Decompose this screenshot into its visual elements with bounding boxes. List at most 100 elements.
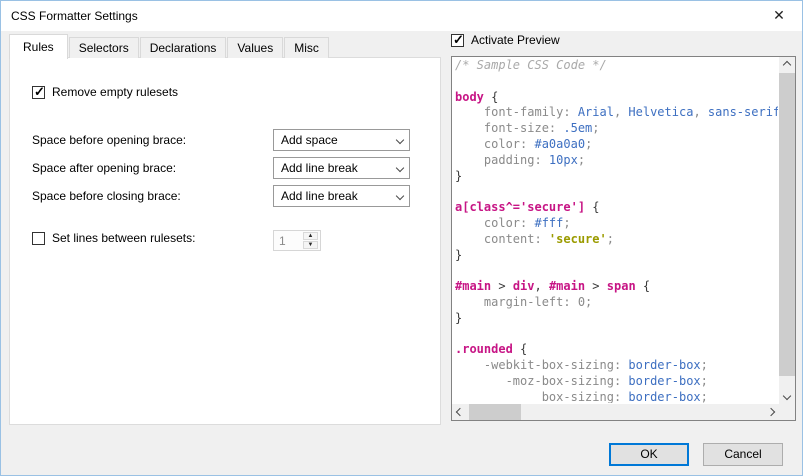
remove-empty-rulesets-checkbox[interactable]: ✓	[32, 86, 45, 99]
checkmark-icon: ✓	[453, 32, 464, 48]
activate-preview-checkbox[interactable]: ✓	[451, 34, 464, 47]
code-token-p: }	[455, 248, 462, 262]
css-formatter-settings-dialog: CSS Formatter Settings ✕ RulesSelectorsD…	[0, 0, 803, 476]
set-lines-between-rulesets-checkbox[interactable]	[32, 232, 45, 245]
stepper-value: 1	[279, 234, 286, 248]
code-token-prop: margin-left: 0;	[455, 295, 592, 309]
code-token-prop: color:	[455, 216, 534, 230]
checkmark-icon: ✓	[34, 84, 45, 100]
code-area: /* Sample CSS Code */ body { font-family…	[455, 58, 778, 403]
code-token-v: border-box	[628, 374, 700, 388]
tab-selectors[interactable]: Selectors	[69, 37, 139, 58]
remove-empty-rulesets-row: ✓ Remove empty rulesets	[32, 85, 178, 99]
code-token-p: }	[455, 169, 462, 183]
scroll-left-icon[interactable]	[452, 404, 468, 420]
tab-strip: RulesSelectorsDeclarationsValuesMisc	[9, 34, 329, 58]
code-token-s: a[class^='secure']	[455, 200, 585, 214]
stepper-down-icon[interactable]: ▼	[303, 241, 318, 249]
code-token-p: >	[491, 279, 513, 293]
dropdown-selected-value: Add line break	[281, 161, 358, 175]
dropdown-selected-value: Add line break	[281, 189, 358, 203]
chevron-down-icon	[397, 165, 403, 171]
window-title: CSS Formatter Settings	[11, 9, 138, 23]
tab-values[interactable]: Values	[227, 37, 283, 58]
code-token-prop: box-sizing:	[455, 390, 628, 403]
code-token-prop: font-family:	[455, 105, 578, 119]
code-token-p: >	[585, 279, 607, 293]
space-option-dropdown[interactable]: Add line break	[273, 157, 410, 179]
remove-empty-rulesets-label: Remove empty rulesets	[52, 85, 178, 99]
scrollbar-corner	[779, 404, 795, 420]
tab-misc[interactable]: Misc	[284, 37, 329, 58]
css-preview-pane: /* Sample CSS Code */ body { font-family…	[451, 56, 796, 421]
vertical-scrollbar[interactable]	[779, 57, 795, 404]
code-token-prop: ;	[563, 216, 570, 230]
code-token-p: {	[585, 200, 599, 214]
code-token-v: Helvetica	[628, 105, 693, 119]
code-token-prop: font-size:	[455, 121, 563, 135]
set-lines-between-rulesets-label: Set lines between rulesets:	[52, 231, 195, 245]
ok-button[interactable]: OK	[609, 443, 689, 466]
lines-between-rulesets-stepper[interactable]: 1 ▲ ▼	[273, 230, 321, 251]
code-token-v: 10px	[549, 153, 578, 167]
scroll-up-icon[interactable]	[779, 57, 795, 73]
stepper-up-icon[interactable]: ▲	[303, 232, 318, 240]
code-token-v: #a0a0a0	[534, 137, 585, 151]
set-lines-between-rulesets-row: Set lines between rulesets:	[32, 231, 195, 245]
code-token-prop: content:	[455, 232, 549, 246]
code-token-v: border-box	[628, 358, 700, 372]
code-token-prop: ,	[693, 105, 707, 119]
code-token-prop: -webkit-box-sizing:	[455, 358, 628, 372]
code-token-p: {	[513, 342, 527, 356]
code-token-prop: ;	[585, 137, 592, 151]
code-token-prop: color:	[455, 137, 534, 151]
scroll-right-icon[interactable]	[763, 404, 779, 420]
activate-preview-label: Activate Preview	[471, 33, 560, 47]
space-option-dropdown[interactable]: Add space	[273, 129, 410, 151]
horizontal-scrollbar[interactable]	[452, 404, 779, 420]
code-token-v: .5em	[563, 121, 592, 135]
space-option-label: Space before opening brace:	[32, 133, 186, 147]
code-token-s: body	[455, 90, 484, 104]
code-token-p: {	[636, 279, 650, 293]
stepper-buttons: ▲ ▼	[303, 232, 318, 249]
chevron-down-icon	[397, 137, 403, 143]
scroll-down-icon[interactable]	[779, 388, 795, 404]
code-token-prop: -moz-box-sizing:	[455, 374, 628, 388]
activate-preview-row: ✓ Activate Preview	[451, 33, 560, 47]
code-token-prop: ;	[701, 390, 708, 403]
sample-css-code: /* Sample CSS Code */ body { font-family…	[455, 58, 778, 403]
code-token-prop: padding:	[455, 153, 549, 167]
rules-tab-panel: ✓ Remove empty rulesets Space before ope…	[9, 57, 441, 425]
code-token-v: sans-serif	[708, 105, 778, 119]
code-token-p: ,	[535, 279, 549, 293]
vertical-scrollbar-thumb[interactable]	[779, 73, 795, 376]
tab-rules[interactable]: Rules	[9, 34, 68, 59]
tab-declarations[interactable]: Declarations	[140, 37, 227, 58]
code-token-c: /* Sample CSS Code */	[455, 58, 607, 72]
horizontal-scrollbar-thumb[interactable]	[469, 404, 521, 420]
space-option-dropdown[interactable]: Add line break	[273, 185, 410, 207]
code-token-prop: ;	[701, 374, 708, 388]
code-token-prop: ;	[578, 153, 585, 167]
space-option-label: Space before closing brace:	[32, 189, 181, 203]
code-token-v: Arial	[578, 105, 614, 119]
code-token-prop: ;	[592, 121, 599, 135]
code-token-prop: ;	[607, 232, 614, 246]
code-token-s: #main	[549, 279, 585, 293]
code-token-v: #fff	[534, 216, 563, 230]
dropdown-selected-value: Add space	[281, 133, 338, 147]
code-token-prop: ,	[614, 105, 628, 119]
code-token-p: {	[484, 90, 498, 104]
code-token-p: }	[455, 311, 462, 325]
code-token-str: 'secure'	[549, 232, 607, 246]
code-token-v: border-box	[628, 390, 700, 403]
code-token-s: .rounded	[455, 342, 513, 356]
cancel-button[interactable]: Cancel	[703, 443, 783, 466]
chevron-down-icon	[397, 193, 403, 199]
code-token-s: #main	[455, 279, 491, 293]
space-option-label: Space after opening brace:	[32, 161, 176, 175]
close-icon[interactable]: ✕	[758, 1, 800, 30]
code-token-s: div	[513, 279, 535, 293]
titlebar: CSS Formatter Settings ✕	[1, 1, 802, 31]
